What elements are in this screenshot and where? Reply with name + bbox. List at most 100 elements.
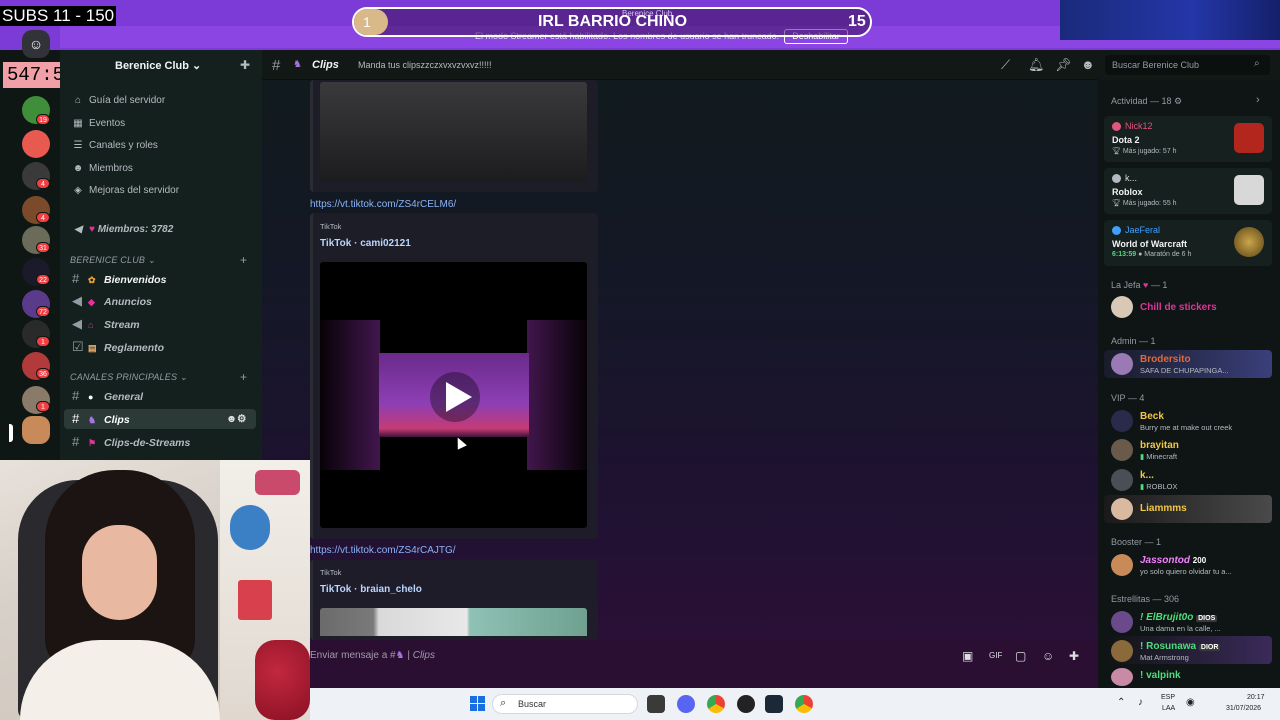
- activity-header-label: Actividad — 18: [1111, 96, 1172, 106]
- channel-stream[interactable]: ◀ ⌂ Stream: [64, 314, 256, 334]
- role-header-label: La Jefa: [1111, 280, 1141, 290]
- steam-icon[interactable]: [765, 695, 783, 713]
- embed-thumbnail[interactable]: [320, 608, 587, 636]
- rules-icon: ☑: [72, 339, 84, 354]
- member-name: ! Rosunawa DIOR: [1140, 641, 1221, 652]
- gif-icon[interactable]: GIF: [989, 651, 1002, 660]
- channel-general[interactable]: # ● General: [64, 386, 256, 406]
- embed-title[interactable]: TikTok · braian_chelo: [320, 584, 422, 595]
- gear-icon[interactable]: ⚙: [1174, 96, 1182, 106]
- member-name[interactable]: ! ElBrujit0o DIOS: [1140, 612, 1218, 623]
- avatar[interactable]: [1111, 554, 1133, 576]
- channel-label: Bienvenidos: [104, 274, 167, 286]
- member-badge: DIOS: [1196, 615, 1218, 622]
- member-counter-channel[interactable]: ◀ ♥ Miembros: 3782: [72, 224, 173, 235]
- category-canales-principales[interactable]: CANALES PRINCIPALES ⌄: [70, 372, 188, 383]
- chevron-right-icon[interactable]: ›: [1256, 94, 1260, 106]
- gift-icon[interactable]: ▣: [962, 649, 973, 663]
- channel-clips[interactable]: # ♞ Clips ☻⚙: [64, 409, 256, 429]
- apps-icon[interactable]: ✚: [1069, 649, 1079, 663]
- sub-goal-start: 1: [354, 9, 388, 35]
- taskbar-search-label: Buscar: [518, 699, 547, 709]
- member-name-label: Jassontod: [1140, 555, 1191, 566]
- discord-home-icon[interactable]: ☺: [22, 30, 50, 58]
- emoji-icon: ✿: [88, 275, 96, 285]
- channel-clips-de-streams[interactable]: # ⚑ Clips-de-Streams: [64, 432, 256, 452]
- add-channel-icon[interactable]: +: [240, 253, 247, 267]
- sidebar-link-channels-roles[interactable]: ☰ Canales y roles: [72, 140, 158, 151]
- message-link[interactable]: https://vt.tiktok.com/ZS4rCELM6/: [310, 199, 456, 210]
- search-input[interactable]: Buscar Berenice Club: [1105, 55, 1270, 75]
- activity-game: World of Warcraft: [1112, 239, 1188, 249]
- sidebar-link-members[interactable]: ☻ Miembros: [72, 163, 133, 174]
- channel-topic[interactable]: Manda tus clipszzczxvxvzvxvz!!!!!: [358, 60, 492, 70]
- windows-start-icon[interactable]: [470, 696, 486, 712]
- webcam-flowers: [255, 640, 310, 720]
- channel-label: Stream: [104, 319, 140, 331]
- channel-anuncios[interactable]: ◀ ◆ Anuncios: [64, 291, 256, 311]
- avatar[interactable]: [1111, 611, 1133, 633]
- invite-icon[interactable]: ✚: [240, 58, 250, 72]
- role-header-admin: Admin — 1: [1111, 336, 1156, 346]
- embed-provider: TikTok: [320, 568, 342, 577]
- embed-title[interactable]: TikTok · cami02121: [320, 238, 411, 249]
- network-icon[interactable]: ◉: [1186, 697, 1195, 708]
- avatar[interactable]: [1111, 410, 1133, 432]
- member-list-icon[interactable]: ☻: [1081, 57, 1095, 72]
- clock-time[interactable]: 20:17: [1247, 694, 1265, 701]
- member-name[interactable]: Chill de stickers: [1140, 302, 1217, 313]
- sidebar-link-guide[interactable]: ⌂ Guía del servidor: [72, 95, 165, 106]
- avatar[interactable]: [1111, 469, 1133, 491]
- sticker-icon[interactable]: ▢: [1015, 649, 1026, 663]
- chrome-icon[interactable]: [707, 695, 725, 713]
- member-name[interactable]: Beck: [1140, 411, 1164, 422]
- bell-icon[interactable]: 🔔︎: [1028, 57, 1045, 73]
- category-label: BERENICE CLUB: [70, 255, 146, 265]
- taskbar-search[interactable]: [492, 694, 638, 714]
- pin-icon[interactable]: 📌︎: [1055, 57, 1072, 73]
- add-channel-icon[interactable]: +: [240, 370, 247, 384]
- scroll-icon: ▤: [88, 343, 97, 353]
- member-name[interactable]: k...: [1140, 470, 1154, 481]
- channel-reglamento[interactable]: ☑ ▤ Reglamento: [64, 337, 256, 357]
- member-name[interactable]: ! valpink: [1140, 670, 1181, 681]
- server-icon[interactable]: [22, 130, 50, 158]
- activity-time-label: Más jugado: 57 h: [1122, 148, 1177, 155]
- member-name[interactable]: Jassontod 200: [1140, 555, 1206, 566]
- chevron-up-icon[interactable]: ⌃: [1117, 697, 1125, 708]
- channel-bienvenidos[interactable]: # ✿ Bienvenidos: [64, 269, 256, 289]
- embed-thumbnail[interactable]: [320, 82, 587, 182]
- member-status: ▮ ROBLOX: [1140, 482, 1178, 491]
- category-berenice-club[interactable]: BERENICE CLUB ⌄: [70, 255, 156, 266]
- microphone-icon[interactable]: ♪: [1138, 697, 1143, 708]
- role-header-la-jefa: La Jefa ♥ — 1: [1111, 280, 1167, 290]
- start-tile: [470, 704, 477, 711]
- emoji-icon[interactable]: ☺: [1042, 649, 1054, 663]
- chrome-icon[interactable]: [795, 695, 813, 713]
- file-explorer-icon[interactable]: [647, 695, 665, 713]
- server-badge: 31: [36, 242, 50, 253]
- language-indicator[interactable]: ESP: [1161, 694, 1175, 701]
- member-status: Una dama en la calle, ...: [1140, 624, 1221, 633]
- threads-icon[interactable]: ⟋: [1001, 57, 1010, 73]
- server-badge: 1: [36, 336, 50, 347]
- avatar[interactable]: [1111, 668, 1133, 686]
- server-icon-berenice-club[interactable]: [22, 416, 50, 444]
- server-name-dropdown[interactable]: Berenice Club ⌄: [115, 59, 201, 72]
- sidebar-link-events[interactable]: ▦ Eventos: [72, 118, 125, 129]
- roblox-icon: [1234, 175, 1264, 205]
- avatar[interactable]: [1111, 439, 1133, 461]
- webcam-can: [238, 580, 272, 620]
- sub-goal-end: 15: [848, 13, 866, 30]
- invite-member-icon[interactable]: ☻⚙: [226, 409, 246, 429]
- activity-user: JaeFeral: [1125, 225, 1161, 235]
- avatar[interactable]: [1111, 296, 1133, 318]
- member-status: Burry me at make out creek: [1140, 423, 1233, 432]
- discord-taskbar-icon[interactable]: [677, 695, 695, 713]
- member-name[interactable]: brayitan: [1140, 440, 1179, 451]
- overlay-decoration: [1060, 0, 1280, 40]
- message-link[interactable]: https://vt.tiktok.com/ZS4rCAJTG/: [310, 545, 456, 556]
- obs-icon[interactable]: [737, 695, 755, 713]
- sidebar-link-boosts[interactable]: ◈ Mejoras del servidor: [72, 185, 179, 196]
- video-blur: [527, 320, 587, 470]
